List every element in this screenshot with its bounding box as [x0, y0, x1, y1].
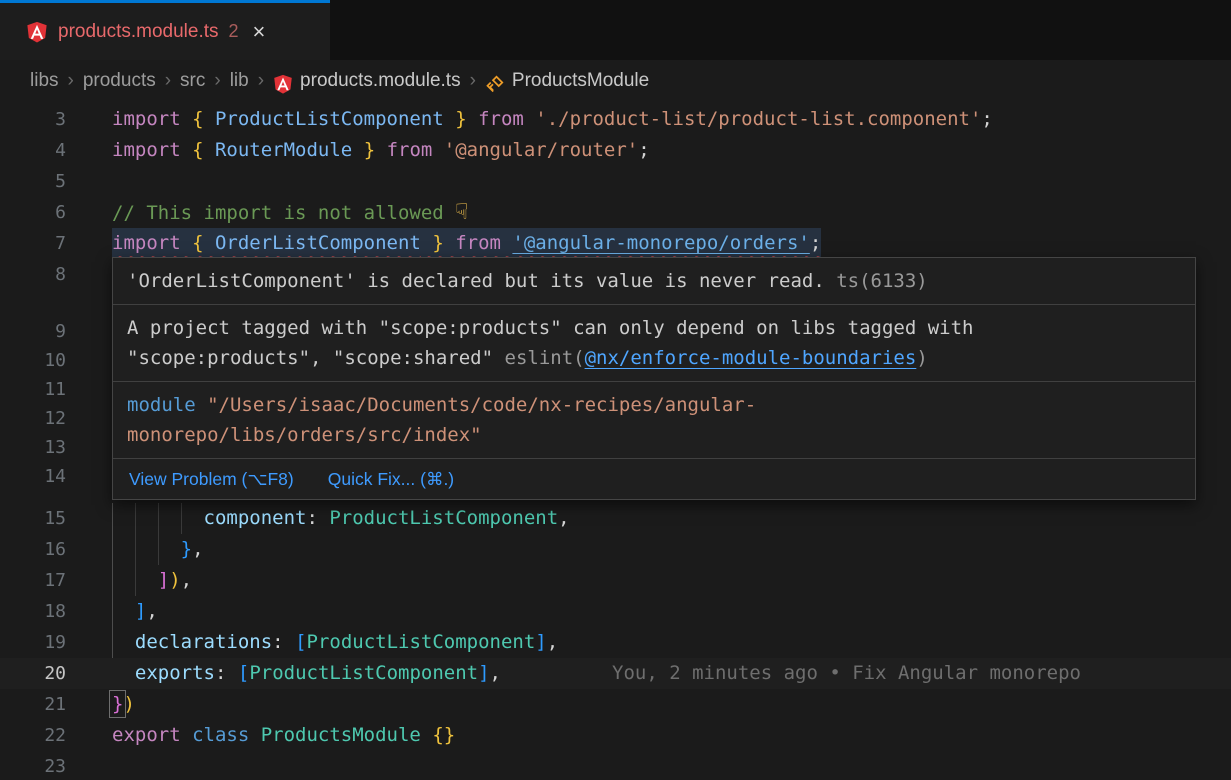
- breadcrumb-item-libs[interactable]: libs: [30, 70, 59, 92]
- code-line-23[interactable]: 23: [0, 751, 1231, 780]
- line-number: 4: [0, 135, 66, 166]
- ts-diagnostic-text: 'OrderListComponent' is declared but its…: [127, 270, 825, 292]
- line-number: 23: [0, 751, 66, 780]
- code-line-18[interactable]: 18 ],: [0, 596, 1231, 627]
- code-line-19[interactable]: 19 declarations: [ProductListComponent],: [0, 627, 1231, 658]
- line-number: 16: [0, 534, 66, 565]
- chevron-right-icon: ›: [258, 70, 264, 92]
- breadcrumb-item-src[interactable]: src: [180, 70, 205, 92]
- breadcrumb-symbol[interactable]: ProductsModule: [512, 70, 649, 92]
- code-line-21[interactable]: 21}): [0, 689, 1231, 720]
- eslint-diagnostic-line2: "scope:products", "scope:shared": [127, 347, 505, 369]
- line-number: 7: [0, 228, 66, 259]
- line-number: 8: [0, 259, 66, 290]
- eslint-source-close: ): [916, 347, 927, 369]
- module-keyword: module: [127, 394, 196, 416]
- code-text: import { RouterModule } from '@angular/r…: [112, 135, 650, 166]
- line-number: 13: [0, 432, 66, 463]
- line-number: 15: [0, 503, 66, 534]
- code-text: component: ProductListComponent,: [112, 503, 570, 534]
- code-line-6[interactable]: 6 // This import is not allowed ☟: [0, 197, 1231, 228]
- tab-products-module[interactable]: products.module.ts 2 ×: [0, 0, 330, 60]
- code-text: export class ProductsModule {}: [112, 720, 455, 751]
- ts-diagnostic: 'OrderListComponent' is declared but its…: [113, 258, 1195, 305]
- error-hover-popup: 'OrderListComponent' is declared but its…: [112, 257, 1196, 500]
- breadcrumb-item-lib[interactable]: lib: [230, 70, 249, 92]
- code-text: // This import is not allowed ☟: [112, 197, 469, 229]
- code-line-17[interactable]: 17 ]),: [0, 565, 1231, 596]
- line-number: 6: [0, 197, 66, 228]
- angular-icon: [26, 21, 48, 43]
- code-text: declarations: [ProductListComponent],: [112, 627, 558, 658]
- line-number: 20: [0, 658, 66, 689]
- line-number: 19: [0, 627, 66, 658]
- line-number: 5: [0, 166, 66, 197]
- line-number: 22: [0, 720, 66, 751]
- close-icon[interactable]: ×: [253, 21, 266, 43]
- code-line-22[interactable]: 22 export class ProductsModule {}: [0, 720, 1231, 751]
- chevron-right-icon: ›: [68, 70, 74, 92]
- eslint-rule-link[interactable]: @nx/enforce-module-boundaries: [585, 347, 917, 369]
- eslint-diagnostic: A project tagged with "scope:products" c…: [113, 305, 1195, 382]
- line-number: 3: [0, 104, 66, 135]
- ts-diagnostic-source: ts(6133): [836, 270, 928, 292]
- tab-title: products.module.ts: [58, 21, 219, 43]
- code-text: ],: [112, 596, 158, 627]
- class-symbol-icon: [485, 74, 505, 94]
- line-number: 21: [0, 689, 66, 720]
- hover-actions: View Problem (⌥F8) Quick Fix... (⌘.): [113, 459, 1195, 499]
- git-blame-annotation: You, 2 minutes ago • Fix Angular monorep…: [612, 658, 1081, 689]
- chevron-right-icon: ›: [214, 70, 220, 92]
- code-text: import { OrderListComponent } from '@ang…: [112, 228, 821, 259]
- line-number: 14: [0, 461, 66, 492]
- code-text: exports: [ProductListComponent],: [112, 658, 501, 689]
- chevron-right-icon: ›: [470, 70, 476, 92]
- code-line-7[interactable]: 7 import { OrderListComponent } from '@an…: [0, 228, 1231, 259]
- module-path-line2: monorepo/libs/orders/src/index": [127, 424, 482, 446]
- tab-problem-badge: 2: [229, 21, 239, 42]
- tab-bar: products.module.ts 2 ×: [0, 0, 1231, 60]
- vscode-window: products.module.ts 2 × libs › products › src…: [0, 0, 1231, 780]
- module-path-line1: "/Users/isaac/Documents/code/nx-recipes/…: [196, 394, 757, 416]
- breadcrumb-item-products[interactable]: products: [83, 70, 156, 92]
- code-line-16[interactable]: 16 },: [0, 534, 1231, 565]
- code-line-4[interactable]: 4 import { RouterModule } from '@angular/…: [0, 135, 1231, 166]
- code-text: import { ProductListComponent } from './…: [112, 104, 993, 135]
- code-text: }): [112, 689, 135, 720]
- line-number: 12: [0, 403, 66, 434]
- angular-icon: [273, 74, 293, 94]
- code-line-3[interactable]: 3 import { ProductListComponent } from '.…: [0, 104, 1231, 135]
- line-number: 17: [0, 565, 66, 596]
- chevron-right-icon: ›: [165, 70, 171, 92]
- code-text: },: [112, 534, 204, 565]
- line-number: 18: [0, 596, 66, 627]
- eslint-diagnostic-line1: A project tagged with "scope:products" c…: [127, 317, 973, 339]
- module-quickinfo: module "/Users/isaac/Documents/code/nx-r…: [113, 382, 1195, 459]
- code-text: ]),: [112, 565, 192, 596]
- line-number: 9: [0, 316, 66, 347]
- breadcrumb: libs › products › src › lib › products.module.ts…: [0, 60, 1231, 102]
- code-line-5[interactable]: 5: [0, 166, 1231, 197]
- view-problem-action[interactable]: View Problem (⌥F8): [129, 469, 294, 490]
- eslint-source-open: eslint(: [505, 347, 585, 369]
- code-line-15[interactable]: 15 component: ProductListComponent,: [0, 503, 1231, 534]
- breadcrumb-file[interactable]: products.module.ts: [300, 70, 461, 92]
- quick-fix-action[interactable]: Quick Fix... (⌘.): [328, 469, 454, 490]
- line-number: 10: [0, 345, 66, 376]
- line-number: 11: [0, 374, 66, 405]
- code-line-20[interactable]: 20 exports: [ProductListComponent], You, …: [0, 658, 1231, 689]
